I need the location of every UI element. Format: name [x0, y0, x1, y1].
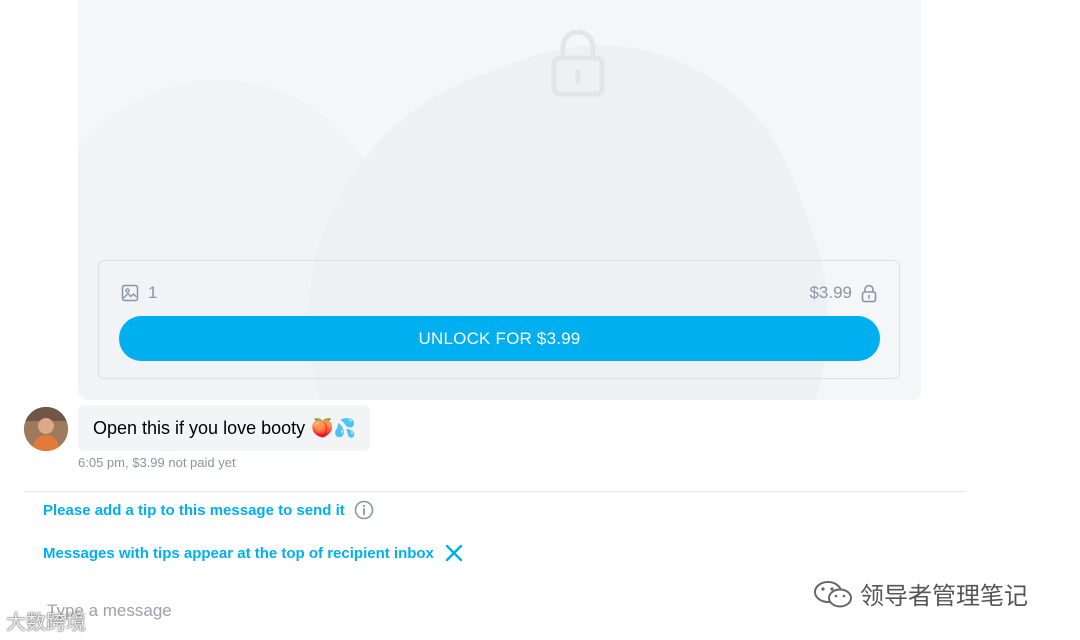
info-icon[interactable] [354, 500, 374, 520]
chat-page: 1 $3.99 UNLOCK FOR $3.99 Open this if yo… [0, 0, 1080, 640]
message-emojis: 🍑💦 [311, 417, 356, 438]
payment-status: $3.99 not paid yet [132, 455, 236, 470]
price-value: $3.99 [809, 283, 852, 302]
message-meta: 6:05 pm, $3.99 not paid yet [78, 455, 236, 470]
message-bubble[interactable]: Open this if you love booty 🍑💦 [78, 405, 370, 451]
unlock-button[interactable]: UNLOCK FOR $3.99 [119, 316, 880, 361]
tip-required-text: Please add a tip to this message to send… [43, 501, 345, 519]
message-input[interactable] [47, 600, 747, 622]
tip-info-notice: Messages with tips appear at the top of … [43, 542, 465, 564]
watermark-left: 大数跨境 [6, 606, 86, 635]
lock-icon [861, 284, 877, 302]
media-count-value: 1 [148, 283, 158, 302]
unlock-panel: 1 $3.99 UNLOCK FOR $3.99 [98, 260, 900, 379]
price-tag: $3.99 [809, 283, 877, 303]
tip-info-text: Messages with tips appear at the top of … [43, 544, 434, 562]
lock-icon [551, 29, 605, 97]
message-time: 6:05 pm, [78, 455, 129, 470]
image-icon [121, 284, 139, 302]
watermark-left-text: 大数跨境 [6, 612, 86, 634]
watermark-right: 领导者管理笔记 [812, 576, 1028, 611]
avatar[interactable] [24, 407, 68, 451]
tip-required-notice: Please add a tip to this message to send… [43, 499, 374, 521]
media-count: 1 [121, 283, 157, 303]
close-icon[interactable] [443, 542, 465, 564]
watermark-right-text: 领导者管理笔记 [860, 583, 1028, 610]
divider [24, 491, 966, 492]
message-text: Open this if you love booty [93, 417, 306, 438]
wechat-icon [814, 580, 852, 607]
